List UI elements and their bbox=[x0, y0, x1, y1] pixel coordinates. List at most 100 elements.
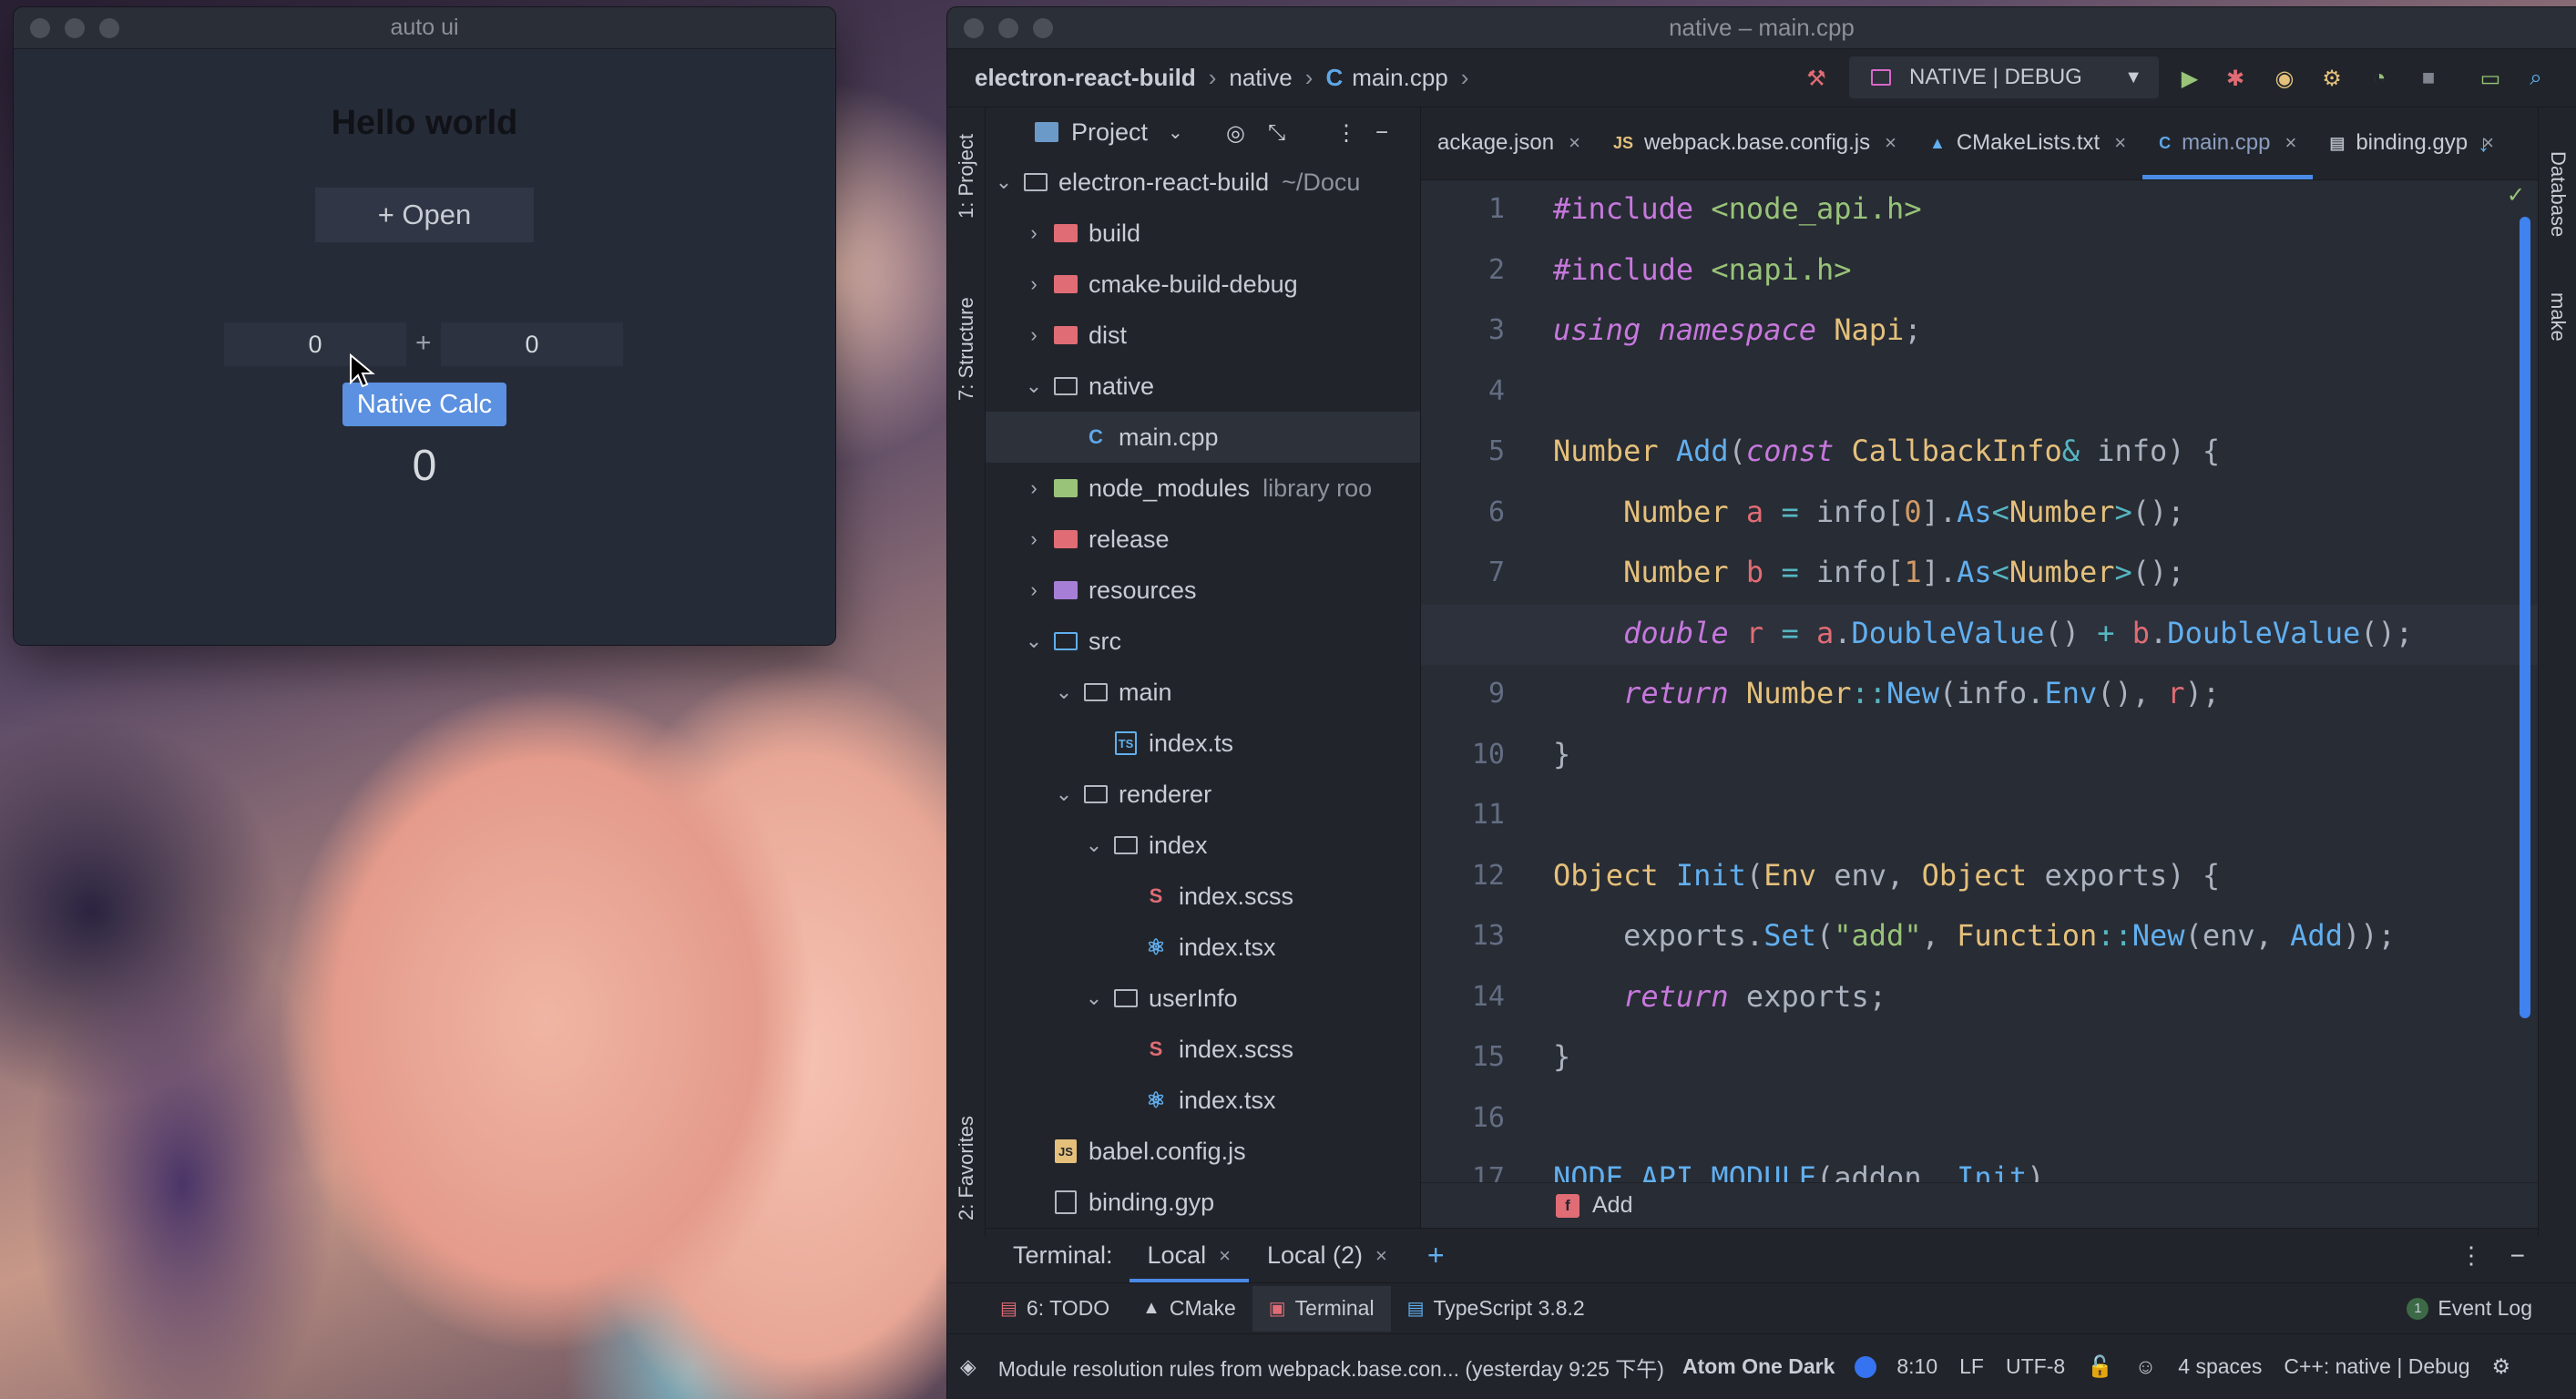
code-line[interactable]: exports.Set("add", Function::New(env, Ad… bbox=[1553, 918, 2396, 953]
database-tool-tab[interactable]: Database bbox=[2539, 126, 2576, 262]
project-view-select[interactable]: Project bbox=[1071, 118, 1148, 147]
code-line[interactable]: Number a = info[0].As<Number>(); bbox=[1553, 495, 2185, 529]
editor-tab[interactable]: ackage.json × bbox=[1421, 107, 1597, 179]
notifications-icon[interactable]: ⚙ bbox=[2492, 1354, 2511, 1379]
options-more-icon[interactable]: ⋮ bbox=[2459, 1241, 2483, 1270]
number-input-b[interactable] bbox=[441, 322, 623, 366]
tree-item[interactable]: › build bbox=[986, 208, 1420, 259]
new-terminal-add-icon[interactable]: + bbox=[1427, 1239, 1445, 1272]
code-line[interactable]: Object Init(Env env, Object exports) { bbox=[1553, 858, 2220, 893]
close-icon[interactable]: × bbox=[2285, 131, 2296, 155]
tool-window-button[interactable]: ▤ TypeScript 3.8.2 bbox=[1391, 1286, 1601, 1332]
editor-tab[interactable]: JS webpack.base.config.js × bbox=[1597, 107, 1913, 179]
editor-scrollbar[interactable] bbox=[2520, 217, 2530, 1018]
favorites-tool-tab[interactable]: 2: Favorites bbox=[947, 1109, 986, 1228]
breadcrumb-folder[interactable]: native bbox=[1229, 64, 1292, 92]
chevron-right-icon[interactable]: › bbox=[1023, 272, 1045, 296]
tree-item[interactable]: › dist bbox=[986, 310, 1420, 361]
code-line[interactable]: } bbox=[1553, 1039, 1570, 1074]
tree-item[interactable]: ⌄ main bbox=[986, 667, 1420, 718]
status-message[interactable]: Module resolution rules from webpack.bas… bbox=[998, 1352, 1664, 1383]
tree-item[interactable]: Sindex.scss bbox=[986, 1024, 1420, 1075]
close-icon[interactable]: × bbox=[1375, 1244, 1387, 1268]
close-icon[interactable]: × bbox=[1569, 131, 1580, 155]
hammer-build-icon[interactable]: ⚒ bbox=[1804, 66, 1829, 91]
chevron-right-icon[interactable]: › bbox=[1023, 578, 1045, 602]
tree-item[interactable]: Sindex.scss bbox=[986, 871, 1420, 922]
tree-item[interactable]: ⚛ index.tsx bbox=[986, 1075, 1420, 1126]
code-line[interactable]: NODE_API_MODULE(addon, Init) bbox=[1553, 1160, 2044, 1182]
tree-item[interactable]: ⚛ index.tsx bbox=[986, 922, 1420, 973]
tree-item[interactable]: ⌄ index bbox=[986, 820, 1420, 871]
tree-item[interactable]: ⌄ electron-react-build ~/Docu bbox=[986, 157, 1420, 208]
code-line[interactable]: return exports; bbox=[1553, 979, 1886, 1014]
tree-item[interactable]: JS babel.config.js bbox=[986, 1126, 1420, 1177]
chevron-down-icon[interactable]: ⌄ bbox=[1083, 833, 1105, 857]
run-configuration-select[interactable]: NATIVE | DEBUG ▼ bbox=[1849, 56, 2159, 98]
search-icon[interactable]: ⌕ bbox=[2523, 66, 2549, 91]
tool-window-button[interactable]: ▤ 6: TODO bbox=[984, 1286, 1126, 1332]
line-separator[interactable]: LF bbox=[1959, 1354, 1984, 1379]
tree-item[interactable]: Cmain.cpp bbox=[986, 412, 1420, 463]
cursor-position[interactable]: 8:10 bbox=[1896, 1354, 1937, 1379]
options-more-icon[interactable]: ⋮ bbox=[1335, 120, 1357, 147]
locate-file-icon[interactable]: ◎ bbox=[1226, 120, 1245, 147]
tree-item[interactable]: › cmake-build-debug bbox=[986, 259, 1420, 310]
code-line[interactable]: } bbox=[1553, 737, 1570, 771]
code-line[interactable]: #include <napi.h> bbox=[1553, 252, 1852, 287]
chevron-down-icon[interactable]: ⌄ bbox=[1168, 121, 1183, 144]
code-line[interactable]: #include <node_api.h> bbox=[1553, 191, 1922, 226]
code-line[interactable]: return Number::New(info.Env(), r); bbox=[1553, 676, 2220, 710]
file-encoding[interactable]: UTF-8 bbox=[2006, 1354, 2065, 1379]
chevron-right-icon[interactable]: › bbox=[1023, 527, 1045, 551]
terminal-icon[interactable]: ▭ bbox=[2478, 66, 2503, 91]
tool-window-button[interactable]: ▲ CMake bbox=[1126, 1286, 1252, 1332]
chevron-right-icon[interactable]: › bbox=[1023, 323, 1045, 347]
close-icon[interactable]: × bbox=[2114, 131, 2126, 155]
tree-item[interactable]: › node_modules library roo bbox=[986, 463, 1420, 514]
code-line[interactable]: using namespace Napi; bbox=[1553, 312, 1939, 347]
tree-item[interactable]: › resources bbox=[986, 565, 1420, 616]
event-log-button[interactable]: 1 Event Log bbox=[2390, 1286, 2549, 1332]
chevron-down-icon[interactable]: ⌄ bbox=[1083, 986, 1105, 1010]
editor-tab[interactable]: ▲ CMakeLists.txt × bbox=[1913, 107, 2142, 179]
code-editor[interactable]: 1234567891011121314151617 #include <node… bbox=[1421, 180, 2538, 1182]
tree-item[interactable]: TS index.ts bbox=[986, 718, 1420, 769]
close-icon[interactable]: × bbox=[1885, 131, 1896, 155]
tool-window-button[interactable]: ▣ Terminal bbox=[1252, 1285, 1391, 1332]
terminal-tab-local-2[interactable]: Local (2) × bbox=[1249, 1229, 1406, 1283]
profiler-icon[interactable]: ⚙ bbox=[2319, 66, 2345, 91]
make-tool-tab[interactable]: make bbox=[2539, 281, 2576, 353]
terminal-tab-local[interactable]: Local × bbox=[1129, 1229, 1250, 1283]
stop-icon[interactable]: ■ bbox=[2416, 66, 2441, 91]
code-line[interactable]: Number Add(const CallbackInfo& info) { bbox=[1553, 434, 2220, 468]
current-function[interactable]: Add bbox=[1592, 1192, 1632, 1219]
theme-name[interactable]: Atom One Dark bbox=[1682, 1354, 1835, 1379]
language-context[interactable]: C++: native | Debug bbox=[2284, 1354, 2469, 1379]
lock-icon[interactable]: 🔓 bbox=[2087, 1354, 2113, 1379]
tree-item[interactable]: ⌄ userInfo bbox=[986, 973, 1420, 1024]
close-icon[interactable]: × bbox=[1219, 1244, 1231, 1268]
run-with-coverage-icon[interactable]: ◉ bbox=[2272, 66, 2297, 91]
hide-panel-icon[interactable]: − bbox=[1375, 120, 1388, 146]
open-button[interactable]: + Open bbox=[315, 188, 534, 242]
debug-bug-icon[interactable]: ✱ bbox=[2223, 66, 2248, 91]
chevron-right-icon[interactable]: › bbox=[1023, 476, 1045, 500]
chevron-down-icon[interactable]: ⌄ bbox=[1053, 782, 1075, 806]
inspector-icon[interactable]: ☺ bbox=[2135, 1354, 2156, 1379]
chevron-down-icon[interactable]: ⌄ bbox=[993, 170, 1015, 194]
editor-tab[interactable]: Cmain.cpp × bbox=[2142, 107, 2314, 179]
project-tool-tab[interactable]: 1: Project bbox=[947, 113, 986, 240]
recent-files-arrow-icon[interactable]: ↓ bbox=[2478, 129, 2489, 158]
chevron-down-icon[interactable]: ⌄ bbox=[1053, 680, 1075, 704]
chevron-right-icon[interactable]: › bbox=[1023, 221, 1045, 245]
code-line[interactable]: double r = a.DoubleValue() + b.DoubleVal… bbox=[1553, 616, 2413, 650]
run-icon[interactable]: ▶ bbox=[2177, 66, 2203, 91]
code-line[interactable]: Number b = info[1].As<Number>(); bbox=[1553, 555, 2185, 589]
attach-profiler-icon[interactable]: ◔ bbox=[2366, 66, 2392, 91]
tree-item[interactable]: ⌄ renderer bbox=[986, 769, 1420, 820]
structure-tool-tab[interactable]: 7: Structure bbox=[947, 271, 986, 426]
tree-item[interactable]: binding.gyp bbox=[986, 1177, 1420, 1228]
indent-setting[interactable]: 4 spaces bbox=[2178, 1354, 2262, 1379]
hide-terminal-icon[interactable]: − bbox=[2510, 1241, 2525, 1271]
